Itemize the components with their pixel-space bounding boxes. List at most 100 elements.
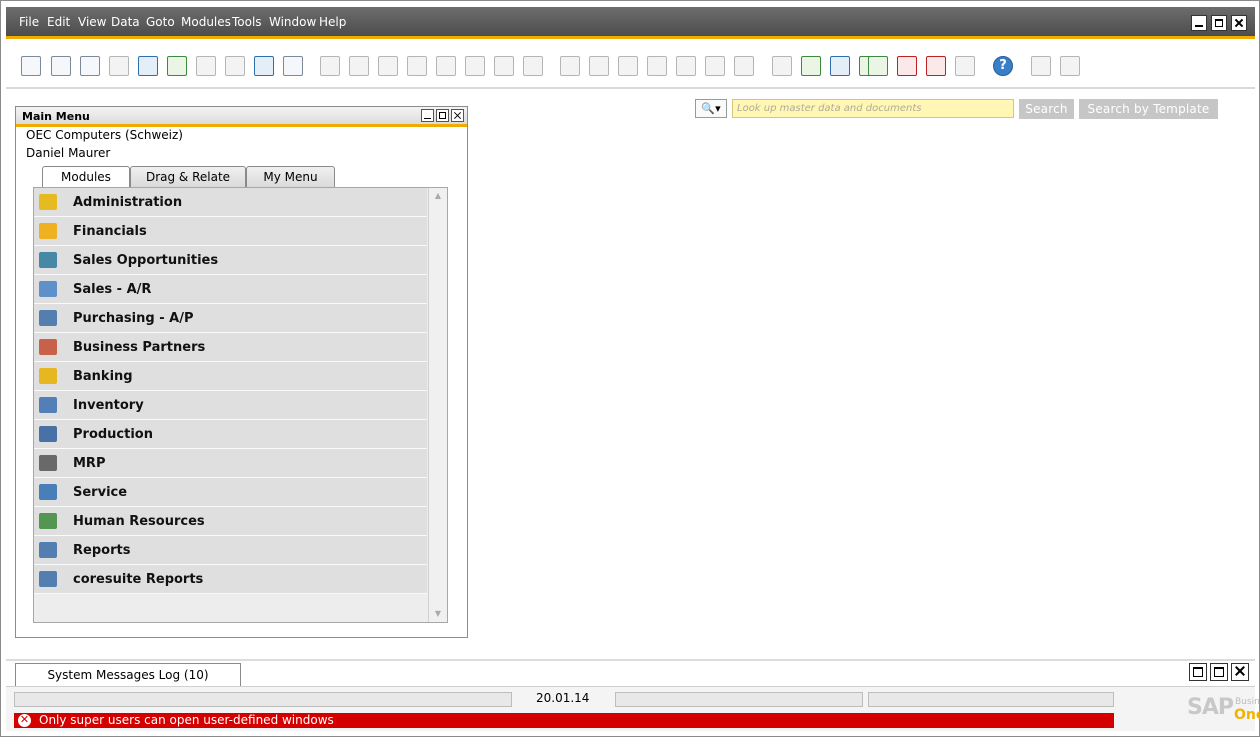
maximize-icon[interactable] — [1211, 15, 1227, 31]
database-icon[interactable] — [830, 56, 850, 76]
company-name: OEC Computers (Schweiz) — [26, 128, 183, 142]
target-document-icon[interactable] — [589, 56, 609, 76]
system-messages-tab[interactable]: System Messages Log (10) — [15, 663, 241, 686]
gross-profit-icon[interactable] — [618, 56, 638, 76]
menu-goto[interactable]: Goto — [146, 15, 175, 29]
fax-icon[interactable] — [138, 56, 158, 76]
document-settings-icon[interactable] — [1060, 56, 1080, 76]
menu-file[interactable]: File — [19, 15, 39, 29]
financials-icon — [39, 223, 57, 239]
message-icon[interactable] — [897, 56, 917, 76]
module-list: Administration Financials Sales Opportunit… — [34, 188, 427, 594]
module-scrollbar[interactable]: ▲ ▼ — [428, 188, 447, 622]
export-word-icon[interactable] — [196, 56, 216, 76]
email-icon[interactable] — [80, 56, 100, 76]
search-button[interactable]: Search — [1019, 99, 1074, 119]
menu-window[interactable]: Window — [269, 15, 316, 29]
module-item[interactable]: Sales - A/R — [34, 275, 427, 304]
next-record-icon[interactable] — [436, 56, 456, 76]
module-item[interactable]: Reports — [34, 536, 427, 565]
find-icon[interactable] — [320, 56, 340, 76]
module-item[interactable]: Purchasing - A/P — [34, 304, 427, 333]
module-label: Banking — [73, 369, 133, 384]
structure-icon[interactable] — [955, 56, 975, 76]
sales-icon — [39, 281, 57, 297]
launch-application-icon[interactable] — [254, 56, 274, 76]
status-field-3 — [868, 692, 1114, 707]
sap-logo-text: SAP — [1187, 695, 1234, 720]
main-menu-titlebar[interactable]: Main Menu — [16, 107, 467, 127]
scroll-down-icon[interactable]: ▼ — [429, 606, 447, 622]
maximize-icon[interactable] — [1189, 663, 1207, 681]
menu-modules[interactable]: Modules — [181, 15, 231, 29]
sales-opportunities-icon — [39, 252, 57, 268]
error-message-bar[interactable]: ✕ Only super users can open user-defined… — [14, 713, 1114, 728]
export-pdf-icon[interactable] — [225, 56, 245, 76]
add-icon[interactable] — [349, 56, 369, 76]
user-name: Daniel Maurer — [26, 146, 111, 160]
menu-edit[interactable]: Edit — [47, 15, 70, 29]
close-icon[interactable] — [1231, 15, 1247, 31]
main-menu-title: Main Menu — [22, 110, 90, 123]
business-logo-text: Business — [1235, 697, 1260, 707]
menu-bar: File Edit View Data Goto Modules Tools W… — [6, 7, 1255, 39]
help-icon[interactable]: ? — [993, 56, 1013, 76]
search-input[interactable] — [732, 99, 1014, 118]
first-record-icon[interactable] — [378, 56, 398, 76]
maximize-icon[interactable] — [436, 109, 449, 122]
module-item[interactable]: MRP — [34, 449, 427, 478]
module-item[interactable]: Administration — [34, 188, 427, 217]
form-settings-icon[interactable] — [1031, 56, 1051, 76]
edit-icon[interactable] — [772, 56, 792, 76]
modules-panel: Administration Financials Sales Opportunit… — [33, 187, 448, 623]
module-label: Sales - A/R — [73, 282, 152, 297]
calendar-icon[interactable] — [926, 56, 946, 76]
close-icon[interactable] — [451, 109, 464, 122]
tab-drag-relate[interactable]: Drag & Relate — [130, 166, 246, 187]
sms-icon[interactable] — [109, 56, 129, 76]
module-label: MRP — [73, 456, 106, 471]
preview-icon[interactable] — [21, 56, 41, 76]
base-document-icon[interactable] — [560, 56, 580, 76]
menu-help[interactable]: Help — [319, 15, 346, 29]
tab-modules[interactable]: Modules — [42, 166, 130, 188]
print-icon[interactable] — [51, 56, 71, 76]
module-item[interactable]: Human Resources — [34, 507, 427, 536]
production-icon — [39, 426, 57, 442]
module-item[interactable]: Production — [34, 420, 427, 449]
one-logo-text: One — [1234, 707, 1260, 723]
scroll-up-icon[interactable]: ▲ — [429, 188, 447, 204]
module-item[interactable]: Banking — [34, 362, 427, 391]
minimize-icon[interactable] — [421, 109, 434, 122]
menu-tools[interactable]: Tools — [232, 15, 262, 29]
search-scope-dropdown[interactable]: 🔍▾ — [695, 99, 727, 118]
module-item[interactable]: Service — [34, 478, 427, 507]
payment-means-icon[interactable] — [647, 56, 667, 76]
search-by-template-button[interactable]: Search by Template — [1079, 99, 1218, 119]
menu-data[interactable]: Data — [111, 15, 140, 29]
export-excel-icon[interactable] — [167, 56, 187, 76]
module-label: Sales Opportunities — [73, 253, 219, 268]
minimize-icon[interactable] — [1191, 15, 1207, 31]
last-record-icon[interactable] — [465, 56, 485, 76]
lock-screen-icon[interactable] — [283, 56, 303, 76]
module-item[interactable]: coresuite Reports — [34, 565, 427, 594]
module-item[interactable]: Sales Opportunities — [34, 246, 427, 275]
tab-my-menu[interactable]: My Menu — [246, 166, 335, 187]
user-defined-icon[interactable] — [801, 56, 821, 76]
module-item[interactable]: Business Partners — [34, 333, 427, 362]
filter-icon[interactable] — [494, 56, 514, 76]
volume-weight-icon[interactable] — [676, 56, 696, 76]
previous-record-icon[interactable] — [407, 56, 427, 76]
module-item[interactable]: Inventory — [34, 391, 427, 420]
menu-view[interactable]: View — [78, 15, 106, 29]
restore-icon[interactable] — [1210, 663, 1228, 681]
journal-entry-icon[interactable] — [705, 56, 725, 76]
bottom-divider — [6, 659, 1255, 661]
settings-icon[interactable] — [734, 56, 754, 76]
calendar-check-icon[interactable] — [868, 56, 888, 76]
module-label: Financials — [73, 224, 147, 239]
close-icon[interactable] — [1231, 663, 1249, 681]
sort-icon[interactable] — [523, 56, 543, 76]
module-item[interactable]: Financials — [34, 217, 427, 246]
